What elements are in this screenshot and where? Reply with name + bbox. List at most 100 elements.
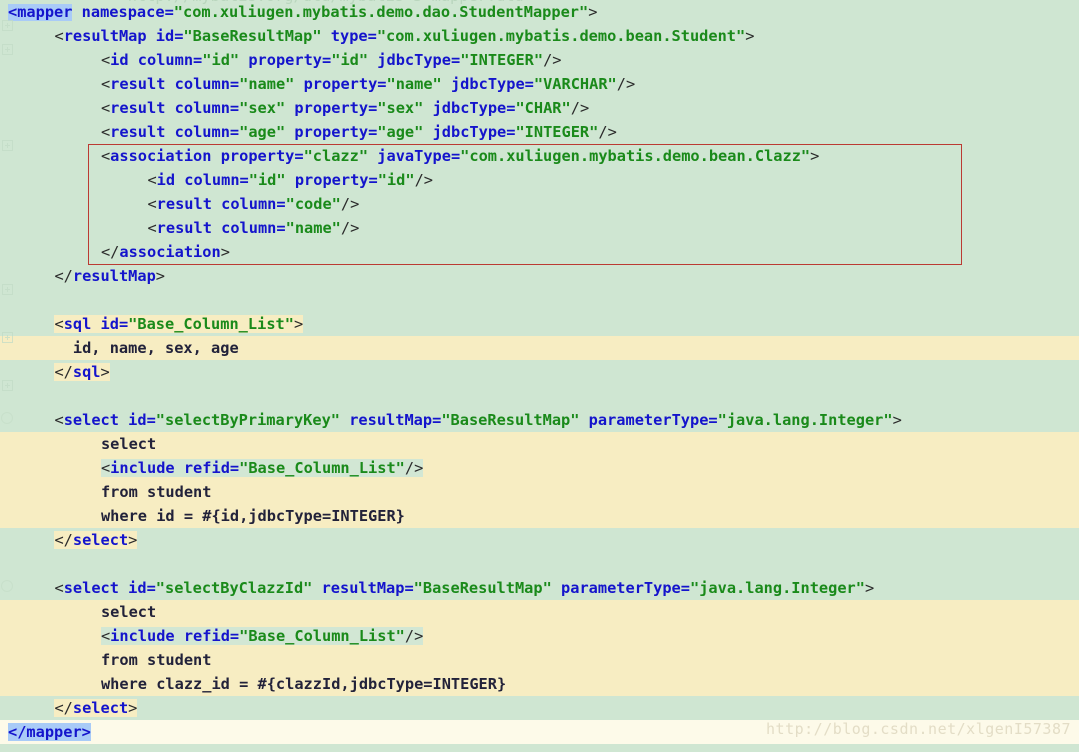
code-token: "BaseResultMap" (441, 411, 579, 429)
code-line[interactable]: <id column="id" property="id"/> (0, 168, 1079, 192)
code-token: select (101, 603, 156, 621)
code-token: association (119, 243, 220, 261)
code-line[interactable]: from student (0, 648, 1079, 672)
code-token: /> (405, 627, 423, 645)
code-line[interactable]: <result column="code"/> (0, 192, 1079, 216)
code-token: column= (175, 171, 249, 189)
code-token: "age" (377, 123, 423, 141)
code-token: > (128, 531, 137, 549)
code-token: "selectByPrimaryKey" (156, 411, 340, 429)
code-line[interactable]: <result column="sex" property="sex" jdbc… (0, 96, 1079, 120)
code-token: "com.xuliugen.mybatis.demo.bean.Clazz" (460, 147, 810, 165)
code-token: < (54, 411, 63, 429)
code-token: < (101, 75, 110, 93)
code-token: < (101, 123, 110, 141)
fold-marker-icon[interactable] (2, 284, 13, 295)
code-token: < (54, 27, 63, 45)
code-token: result (157, 219, 212, 237)
code-line[interactable]: </select> (0, 696, 1079, 720)
code-line[interactable]: <include refid="Base_Column_List"/> (0, 456, 1079, 480)
code-token: < (54, 315, 63, 333)
code-token: refid= (175, 627, 239, 645)
fold-marker-icon[interactable] (2, 380, 13, 391)
code-token: < (147, 171, 156, 189)
code-token: /> (341, 195, 359, 213)
code-token: "age" (239, 123, 285, 141)
code-token: sql (73, 363, 101, 381)
code-line[interactable] (0, 384, 1079, 408)
code-token: < (147, 219, 156, 237)
code-token: include (110, 627, 174, 645)
fold-marker-icon[interactable] (2, 44, 13, 55)
code-token: < (101, 51, 110, 69)
code-line[interactable]: </sql> (0, 360, 1079, 384)
code-token: result (110, 123, 165, 141)
code-token: "id" (378, 171, 415, 189)
code-token: namespace= (72, 3, 173, 21)
code-token: id= (147, 27, 184, 45)
code-token: < (101, 99, 110, 117)
code-line[interactable]: </select> (0, 528, 1079, 552)
code-token: "CHAR" (515, 99, 570, 117)
code-line[interactable]: <result column="name" property="name" jd… (0, 72, 1079, 96)
code-token: > (745, 27, 754, 45)
code-token: id, name, sex, age (54, 339, 238, 357)
code-line[interactable]: from student (0, 480, 1079, 504)
code-token: id (110, 51, 128, 69)
code-token: </ (54, 267, 72, 285)
code-line[interactable]: </association> (0, 240, 1079, 264)
code-line[interactable]: select (0, 600, 1079, 624)
fold-marker-icon[interactable] (1, 412, 13, 424)
code-token: result (110, 99, 165, 117)
code-token: property= (285, 123, 377, 141)
code-line[interactable]: <association property="clazz" javaType="… (0, 144, 1079, 168)
code-token: "BaseResultMap" (414, 579, 552, 597)
code-token: "VARCHAR" (534, 75, 617, 93)
code-line[interactable]: where id = #{id,jdbcType=INTEGER} (0, 504, 1079, 528)
code-token: > (865, 579, 874, 597)
code-line[interactable]: where clazz_id = #{clazzId,jdbcType=INTE… (0, 672, 1079, 696)
code-line[interactable]: <select id="selectByPrimaryKey" resultMa… (0, 408, 1079, 432)
code-line[interactable]: <result column="name"/> (0, 216, 1079, 240)
code-token: include (110, 459, 174, 477)
fold-marker-icon[interactable] (1, 580, 13, 592)
code-line[interactable]: <select id="selectByClazzId" resultMap="… (0, 576, 1079, 600)
code-token: </ (54, 363, 72, 381)
code-token: property= (211, 147, 303, 165)
code-token: parameterType= (552, 579, 690, 597)
code-line[interactable]: id, name, sex, age (0, 336, 1079, 360)
code-line[interactable]: </resultMap> (0, 264, 1079, 288)
code-token: < (101, 147, 110, 165)
code-line[interactable]: <id column="id" property="id" jdbcType="… (0, 48, 1079, 72)
fold-marker-icon[interactable] (2, 20, 13, 31)
code-token: jdbcType= (423, 123, 515, 141)
code-token: id= (119, 411, 156, 429)
code-token: < (147, 195, 156, 213)
code-token: "com.xuliugen.mybatis.demo.dao.StudentMa… (174, 3, 588, 21)
code-token: column= (165, 123, 239, 141)
code-token: "id" (202, 51, 239, 69)
code-token: where id = #{id,jdbcType=INTEGER} (101, 507, 405, 525)
code-line[interactable]: <include refid="Base_Column_List"/> (0, 624, 1079, 648)
code-line[interactable] (0, 552, 1079, 576)
clipped-top-line: "http://mybatis.org/dtd/mybatis-3-mapper… (0, 0, 1079, 4)
fold-marker-icon[interactable] (2, 140, 13, 151)
code-token: </mapper> (8, 723, 91, 741)
code-token: > (294, 315, 303, 333)
code-token: sql (64, 315, 92, 333)
code-line[interactable]: <sql id="Base_Column_List"> (0, 312, 1079, 336)
code-token: id= (119, 579, 156, 597)
code-token: javaType= (368, 147, 460, 165)
code-line[interactable]: select (0, 432, 1079, 456)
fold-marker-icon[interactable] (2, 332, 13, 343)
code-token: > (893, 411, 902, 429)
code-token: < (54, 579, 63, 597)
code-line[interactable]: <result column="age" property="age" jdbc… (0, 120, 1079, 144)
code-token: < (101, 627, 110, 645)
code-token: /> (341, 219, 359, 237)
code-editor-surface[interactable]: <mapper namespace="com.xuliugen.mybatis.… (0, 0, 1079, 752)
code-content[interactable]: <mapper namespace="com.xuliugen.mybatis.… (0, 0, 1079, 744)
code-line[interactable]: <resultMap id="BaseResultMap" type="com.… (0, 24, 1079, 48)
code-line[interactable] (0, 288, 1079, 312)
code-token: "sex" (239, 99, 285, 117)
